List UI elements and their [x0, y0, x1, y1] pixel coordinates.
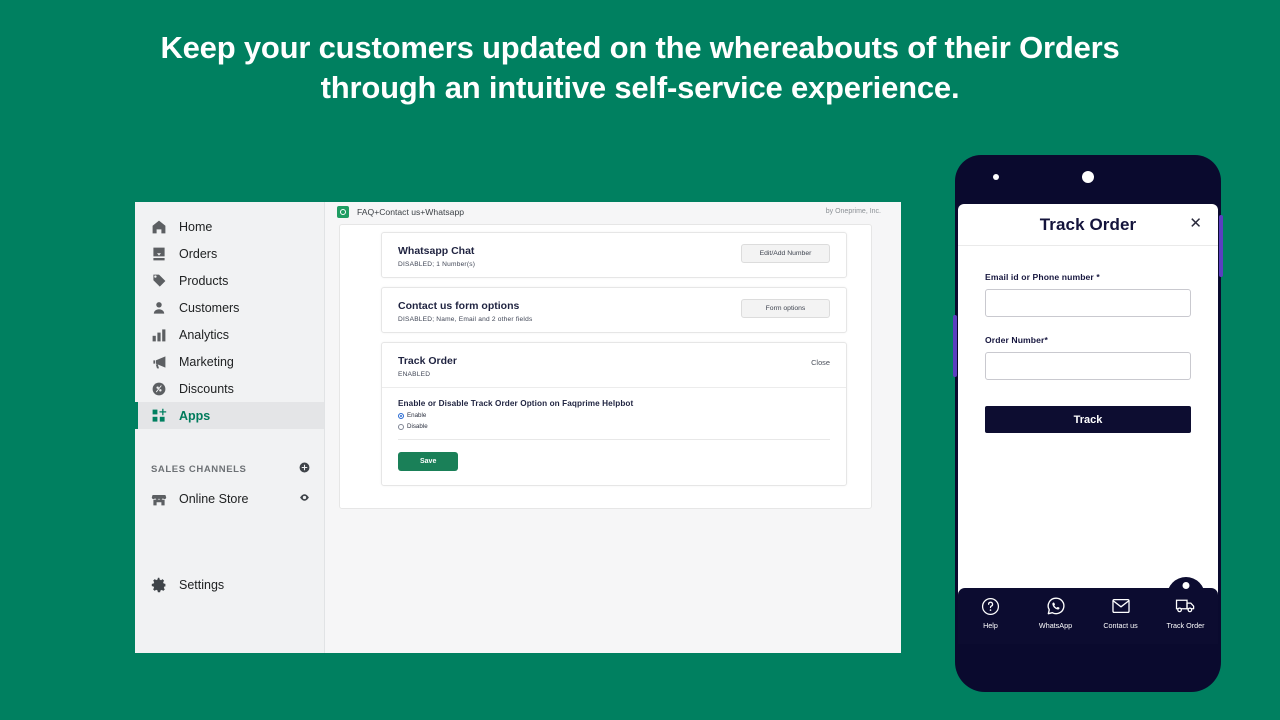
sidebar-item-label: Marketing [179, 354, 234, 369]
sidebar-item-label: Discounts [179, 381, 234, 396]
email-or-phone-input[interactable] [985, 289, 1191, 317]
order-number-input[interactable] [985, 352, 1191, 380]
tab-label: Help [983, 621, 998, 630]
sidebar-item-apps[interactable]: Apps [135, 402, 324, 429]
embedded-app-bar: FAQ+Contact us+Whatsapp by Oneprime, Inc… [325, 199, 901, 224]
window-top-accent-bar [135, 199, 901, 202]
sidebar-item-orders[interactable]: Orders [135, 240, 324, 267]
eye-icon[interactable] [299, 490, 310, 508]
whatsapp-chat-card: Whatsapp Chat DISABLED; 1 Number(s) Edit… [381, 232, 847, 278]
radio-option-disable[interactable]: Disable [398, 423, 830, 430]
tab-track-order[interactable]: Track Order [1153, 577, 1218, 630]
question-circle-icon [981, 595, 1000, 617]
radio-button-icon[interactable] [398, 412, 404, 419]
sidebar-item-label: Settings [179, 578, 225, 592]
sidebar-item-label: Products [179, 273, 229, 288]
app-name: FAQ+Contact us+Whatsapp [357, 206, 465, 217]
tab-label: Contact us [1103, 621, 1138, 630]
card-subtitle: DISABLED; Name, Email and 2 other fields [398, 316, 533, 323]
phone-side-button-right [1219, 215, 1223, 277]
envelope-icon [1111, 595, 1131, 617]
tab-whatsapp[interactable]: WhatsApp [1023, 595, 1088, 630]
tab-help[interactable]: Help [958, 595, 1023, 630]
radio-button-icon[interactable] [398, 423, 404, 430]
helpbot-tabbar: Help WhatsApp Contact us Track Order [958, 577, 1218, 644]
contact-form-options-card: Contact us form options DISABLED; Name, … [381, 287, 847, 333]
sidebar-item-settings[interactable]: Settings [135, 577, 224, 593]
phone-camera-dot [1082, 171, 1094, 183]
discounts-percent-icon [151, 381, 167, 397]
faqprime-logo-icon [337, 205, 349, 218]
sales-channels-header: SALES CHANNELS [135, 458, 324, 480]
card-title: Whatsapp Chat [398, 245, 475, 257]
sidebar-item-products[interactable]: Products [135, 267, 324, 294]
save-button[interactable]: Save [398, 452, 459, 471]
sidebar-item-label: Online Store [179, 492, 249, 506]
edit-add-number-button[interactable]: Edit/Add Number [741, 244, 830, 263]
track-order-modal-header: Track Order ✕ [958, 204, 1218, 246]
sidebar-item-label: Analytics [179, 327, 230, 342]
sidebar-item-online-store[interactable]: Online Store [135, 486, 324, 512]
sidebar-item-label: Orders [179, 246, 218, 261]
shopify-admin-window: Home Orders Products Customers Analytics [135, 199, 901, 653]
sidebar-item-discounts[interactable]: Discounts [135, 375, 324, 402]
marketing-megaphone-icon [151, 354, 167, 370]
truck-icon [1175, 595, 1197, 617]
page-headline: Keep your customers updated on the where… [160, 30, 1120, 105]
close-card-link[interactable]: Close [811, 354, 830, 367]
phone-side-button-left [953, 315, 957, 377]
order-number-label: Order Number* [985, 335, 1048, 345]
radio-label: Disable [407, 423, 428, 430]
close-x-icon[interactable]: ✕ [1189, 216, 1202, 232]
tab-label: Track Order [1166, 621, 1205, 630]
tab-label: WhatsApp [1038, 621, 1073, 630]
app-by-line: by Oneprime, Inc. [825, 208, 881, 215]
customers-person-icon [151, 300, 167, 316]
card-title: Contact us form options [398, 300, 520, 312]
phone-mockup: Track Order ✕ Email id or Phone number *… [953, 155, 1223, 692]
sidebar-item-label: Customers [179, 300, 240, 315]
sidebar-item-analytics[interactable]: Analytics [135, 321, 324, 348]
analytics-bars-icon [151, 327, 167, 343]
app-content-area: FAQ+Contact us+Whatsapp by Oneprime, Inc… [325, 199, 901, 653]
radio-label: Enable [407, 412, 427, 419]
track-order-card: Track Order ENABLED Close Enable or Disa… [381, 342, 847, 486]
products-tag-icon [151, 273, 167, 289]
email-or-phone-label: Email id or Phone number * [985, 272, 1100, 282]
modal-title: Track Order [1039, 214, 1137, 234]
card-subtitle: ENABLED [398, 371, 431, 378]
sidebar-item-marketing[interactable]: Marketing [135, 348, 324, 375]
notch-indicator-dot [1182, 582, 1189, 589]
track-order-toggle-label: Enable or Disable Track Order Option on … [398, 399, 634, 408]
plus-circle-icon[interactable] [299, 462, 310, 476]
gear-icon [151, 577, 167, 593]
phone-sensor-dot [993, 174, 999, 180]
home-icon [151, 219, 167, 235]
sidebar-item-home[interactable]: Home [135, 213, 324, 240]
form-divider [398, 439, 830, 440]
whatsapp-icon [1046, 595, 1066, 617]
settings-card-list: Whatsapp Chat DISABLED; 1 Number(s) Edit… [381, 225, 847, 495]
form-options-button[interactable]: Form options [741, 299, 830, 318]
admin-sidebar: Home Orders Products Customers Analytics [135, 199, 325, 653]
sidebar-item-label: Apps [179, 408, 211, 423]
track-submit-button[interactable]: Track [985, 406, 1191, 433]
app-scroll-pane[interactable]: Whatsapp Chat DISABLED; 1 Number(s) Edit… [339, 224, 872, 509]
card-subtitle: DISABLED; 1 Number(s) [398, 261, 476, 268]
store-icon [151, 491, 167, 507]
card-title: Track Order [398, 355, 457, 367]
apps-grid-plus-icon [151, 408, 167, 424]
orders-icon [151, 246, 167, 262]
sales-channels-label: SALES CHANNELS [151, 463, 247, 475]
sidebar-item-label: Home [179, 219, 213, 234]
sidebar-item-customers[interactable]: Customers [135, 294, 324, 321]
radio-option-enable[interactable]: Enable [398, 412, 830, 419]
track-order-form: Email id or Phone number * Order Number*… [958, 246, 1218, 433]
tab-contact-us[interactable]: Contact us [1088, 595, 1153, 630]
